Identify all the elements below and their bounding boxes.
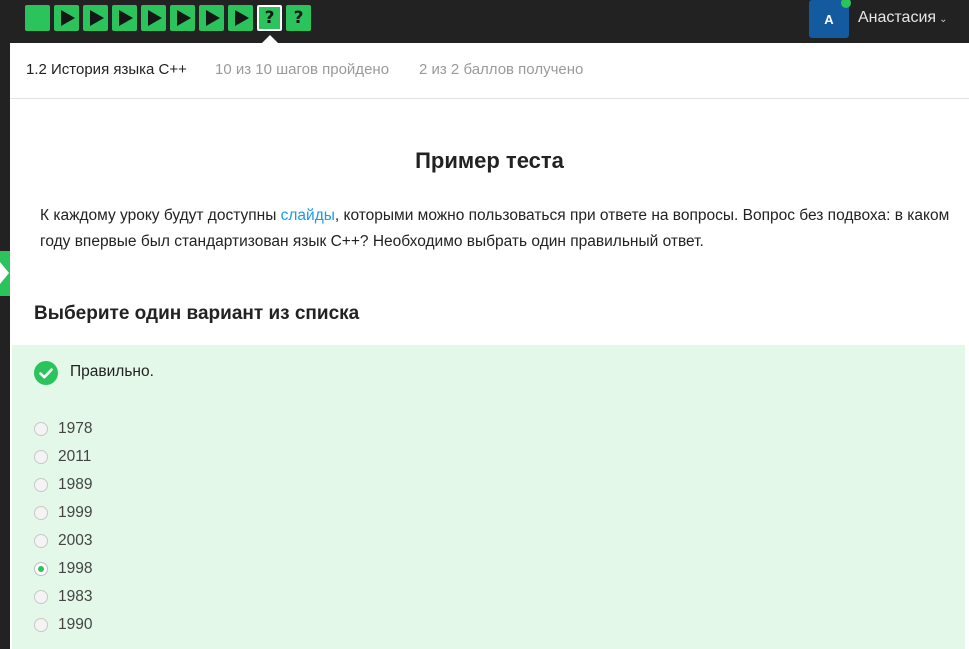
- answer-option-label: 1978: [58, 420, 93, 437]
- lesson-title[interactable]: 1.2 История языка C++: [26, 61, 187, 78]
- play-icon: [206, 10, 220, 26]
- radio-button[interactable]: [34, 506, 48, 520]
- avatar-letter: A: [824, 11, 834, 27]
- answer-option-label: 1989: [58, 476, 93, 493]
- quiz-feedback-panel: Правильно. 1978 2011 1989 1999 2003 1998…: [12, 345, 965, 649]
- play-icon: [235, 10, 249, 26]
- answer-option[interactable]: 1983: [34, 583, 92, 611]
- step-9-quiz-current[interactable]: ?: [257, 5, 282, 31]
- current-step-pointer: [262, 35, 278, 43]
- answer-option-label: 2003: [58, 532, 93, 549]
- step-3-video[interactable]: [83, 5, 108, 31]
- step-8-video[interactable]: [228, 5, 253, 31]
- step-1-text[interactable]: [25, 5, 50, 31]
- radio-button[interactable]: [34, 618, 48, 632]
- answer-option-label: 1990: [58, 616, 93, 633]
- answer-options: 1978 2011 1989 1999 2003 1998 1983 1990: [34, 415, 92, 639]
- step-6-video[interactable]: [170, 5, 195, 31]
- play-icon: [119, 10, 133, 26]
- radio-button-checked[interactable]: [34, 562, 48, 576]
- answer-option[interactable]: 2003: [34, 527, 92, 555]
- lesson-score: 2 из 2 баллов получено: [419, 61, 584, 78]
- quiz-prompt: Выберите один вариант из списка: [34, 303, 360, 324]
- top-navigation-bar: ? ? A Анастасия ⌄: [0, 0, 969, 43]
- sidebar-notch-icon: [0, 262, 9, 284]
- answer-option-label: 1983: [58, 588, 93, 605]
- radio-button[interactable]: [34, 478, 48, 492]
- radio-button[interactable]: [34, 422, 48, 436]
- check-circle-icon: [34, 361, 58, 385]
- question-icon: ?: [293, 8, 304, 28]
- answer-option[interactable]: 2011: [34, 443, 92, 471]
- step-10-quiz[interactable]: ?: [286, 5, 311, 31]
- chevron-down-icon: ⌄: [939, 14, 948, 25]
- step-description: К каждому уроку будут доступны слайды, к…: [40, 203, 950, 255]
- feedback-text: Правильно.: [70, 363, 154, 380]
- user-menu[interactable]: Анастасия ⌄: [858, 9, 947, 27]
- answer-option[interactable]: 1990: [34, 611, 92, 639]
- answer-option-label: 1999: [58, 504, 93, 521]
- play-icon: [177, 10, 191, 26]
- radio-button[interactable]: [34, 534, 48, 548]
- step-title: Пример теста: [415, 148, 564, 173]
- radio-button[interactable]: [34, 450, 48, 464]
- step-4-video[interactable]: [112, 5, 137, 31]
- answer-option[interactable]: 1978: [34, 415, 92, 443]
- lesson-header: 1.2 История языка C++ 10 из 10 шагов про…: [10, 43, 969, 99]
- left-sidebar-collapsed: [0, 43, 10, 649]
- answer-option-selected[interactable]: 1998: [34, 555, 92, 583]
- username: Анастасия: [858, 9, 937, 26]
- step-7-video[interactable]: [199, 5, 224, 31]
- step-5-video[interactable]: [141, 5, 166, 31]
- online-status-dot: [841, 0, 851, 8]
- radio-button[interactable]: [34, 590, 48, 604]
- step-text-part: К каждому уроку будут доступны: [40, 207, 281, 224]
- answer-option[interactable]: 1999: [34, 499, 92, 527]
- question-icon: ?: [264, 8, 275, 28]
- play-icon: [61, 10, 75, 26]
- answer-option-label: 2011: [58, 448, 92, 465]
- step-2-video[interactable]: [54, 5, 79, 31]
- play-icon: [148, 10, 162, 26]
- answer-option[interactable]: 1989: [34, 471, 92, 499]
- answer-option-label: 1998: [58, 560, 93, 577]
- lesson-progress: 10 из 10 шагов пройдено: [215, 61, 390, 78]
- play-icon: [90, 10, 104, 26]
- slides-link[interactable]: слайды: [281, 207, 335, 224]
